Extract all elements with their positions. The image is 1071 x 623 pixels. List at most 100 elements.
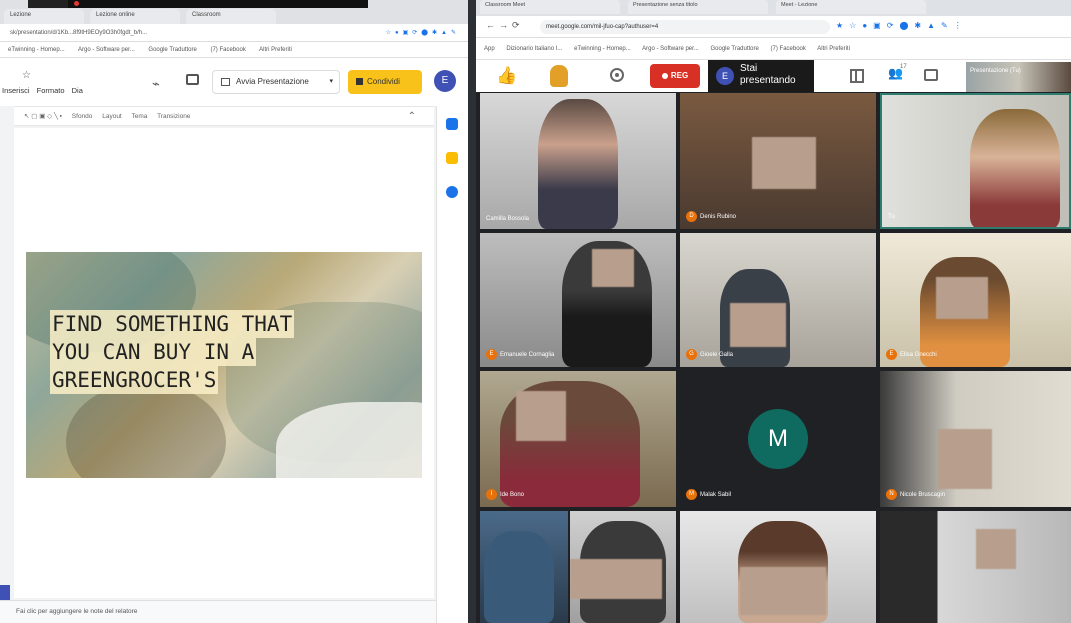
tasks-icon[interactable] bbox=[446, 186, 458, 198]
slides-tab-3[interactable]: Classroom bbox=[186, 9, 276, 24]
chat-icon[interactable] bbox=[924, 69, 938, 81]
slides-window: Lezione Lezione online Classroom sk/pres… bbox=[0, 0, 468, 623]
share-button[interactable]: Condividi bbox=[348, 70, 422, 94]
record-icon[interactable] bbox=[610, 68, 624, 82]
raise-hand-icon[interactable] bbox=[550, 65, 568, 87]
meet-url-input[interactable]: meet.google.com/mil-jfuo-cap?authuser=4 bbox=[540, 20, 830, 34]
blurred-face bbox=[730, 303, 786, 347]
slide-canvas: FIND SOMETHING THAT YOU CAN BUY IN A GRE… bbox=[14, 128, 434, 598]
meet-tab-1[interactable]: Classroom Meet bbox=[480, 0, 620, 14]
bookmark-item[interactable]: Argo - Software per... bbox=[642, 46, 699, 52]
slides-url[interactable]: sk/presentation/d/1Kb...8f9tH9EOy9O3h0fg… bbox=[10, 30, 147, 36]
account-avatar[interactable]: E bbox=[434, 70, 456, 92]
lock-icon bbox=[356, 78, 363, 86]
window-divider bbox=[468, 0, 476, 623]
bookmark-item[interactable]: Altri Preferiti bbox=[817, 46, 850, 52]
blurred-face bbox=[752, 137, 816, 189]
collapse-toolbar-icon[interactable]: ⌃ bbox=[408, 107, 416, 127]
calendar-icon[interactable] bbox=[446, 118, 458, 130]
bookmark-item[interactable]: eTwinning - Homep... bbox=[574, 46, 631, 52]
recording-badge[interactable]: REG bbox=[650, 64, 700, 88]
participant-tile[interactable]: E Emanuele Cornaglia bbox=[480, 233, 676, 367]
participant-name: I Ide Bono bbox=[486, 489, 524, 500]
toolbar-layout[interactable]: Layout bbox=[102, 113, 122, 120]
presenting-label: Stai presentando bbox=[740, 63, 796, 86]
participant-name: E Elisa Gnecchi bbox=[886, 349, 937, 360]
participant-video bbox=[484, 531, 554, 623]
participant-tile[interactable]: D Denis Rubino bbox=[680, 93, 876, 229]
participant-tile[interactable]: N Nicole Bruscagin bbox=[880, 371, 1071, 507]
slides-bookmarks-bar: eTwinning - Homep... Argo - Software per… bbox=[0, 42, 468, 58]
chevron-down-icon[interactable]: ▾ bbox=[329, 71, 333, 93]
extension-icons[interactable]: ★☆●▣⟳⬤✱▲✎⋮ bbox=[836, 21, 968, 30]
participant-tile[interactable]: I Ide Bono bbox=[480, 371, 676, 507]
bookmark-item[interactable]: Altri Preferiti bbox=[259, 47, 292, 53]
speaker-notes[interactable]: Fai clic per aggiungere le note del rela… bbox=[0, 600, 436, 623]
blurred-face bbox=[938, 429, 992, 489]
participant-tile[interactable] bbox=[880, 511, 1071, 623]
slides-toolbar: ↖ ▢ ▣ ◇ ╲ ▪ Sfondo Layout Tema Transizio… bbox=[14, 106, 434, 126]
self-view-thumbnail[interactable]: Presentazione (Tu) bbox=[966, 62, 1071, 92]
presenter-avatar: E bbox=[716, 67, 734, 85]
comment-icon[interactable] bbox=[186, 74, 199, 85]
menu-format[interactable]: Formato bbox=[37, 86, 65, 95]
participant-tile[interactable]: G Gioele Galla bbox=[680, 233, 876, 367]
start-presentation-button[interactable]: Avvia Presentazione ▾ bbox=[212, 70, 340, 94]
blurred-face bbox=[976, 529, 1016, 569]
bookmark-item[interactable]: eTwinning - Homep... bbox=[8, 47, 65, 53]
meet-tab-3[interactable]: Meet - Lezione bbox=[776, 0, 926, 14]
slide[interactable]: FIND SOMETHING THAT YOU CAN BUY IN A GRE… bbox=[26, 252, 422, 478]
meet-window: Classroom Meet Presentazione senza titol… bbox=[476, 0, 1071, 623]
menu-slide[interactable]: Dia bbox=[72, 86, 83, 95]
keep-icon[interactable] bbox=[446, 152, 458, 164]
menu-insert[interactable]: Inserisci bbox=[2, 86, 30, 95]
cursor-icon[interactable]: ↖ ▢ ▣ ◇ ╲ ▪ bbox=[24, 113, 62, 120]
participant-name: Tu bbox=[888, 214, 895, 220]
bookmark-item[interactable]: (7) Facebook bbox=[210, 47, 245, 53]
participant-tile[interactable]: Camilla Bossola bbox=[480, 93, 676, 229]
video-thumbnail bbox=[28, 0, 68, 8]
slide-line: YOU CAN BUY IN A bbox=[50, 338, 257, 366]
slides-tab-strip: Lezione Lezione online Classroom bbox=[0, 0, 468, 24]
rec-label: REG bbox=[670, 71, 689, 80]
bookmark-item[interactable]: Argo - Software per... bbox=[78, 47, 135, 53]
present-icon bbox=[221, 77, 230, 86]
meet-tab-strip: Classroom Meet Presentazione senza titol… bbox=[476, 0, 1071, 16]
slide-title[interactable]: FIND SOMETHING THAT YOU CAN BUY IN A GRE… bbox=[50, 310, 295, 394]
participant-tile-active[interactable]: Tu bbox=[880, 93, 1071, 229]
layout-grid-icon[interactable] bbox=[850, 69, 864, 83]
slides-address-bar[interactable]: sk/presentation/d/1Kb...8f9tH9EOy9O3h0fg… bbox=[0, 24, 468, 42]
meet-toolbar: 👍 REG E Stai presentando 👥 17 Presentazi… bbox=[476, 60, 1071, 92]
toolbar-theme[interactable]: Tema bbox=[131, 113, 147, 120]
nav-icons[interactable]: ←→⟳ bbox=[486, 20, 524, 31]
blurred-face bbox=[936, 277, 988, 319]
participant-tile[interactable] bbox=[570, 511, 676, 623]
activity-icon[interactable]: ⌁ bbox=[152, 76, 160, 92]
slide-line: GREENGROCER'S bbox=[50, 366, 219, 394]
bookmark-item[interactable]: Google Traduttore bbox=[710, 46, 758, 52]
blurred-face bbox=[740, 567, 826, 615]
meet-address-bar: ←→⟳ meet.google.com/mil-jfuo-cap?authuse… bbox=[476, 16, 1071, 38]
toolbar-transition[interactable]: Transizione bbox=[157, 113, 190, 120]
participant-tile[interactable] bbox=[480, 511, 568, 623]
bookmark-item[interactable]: Dizionario Italiano I... bbox=[506, 46, 562, 52]
participant-avatar: M bbox=[748, 409, 808, 469]
slides-tab-1[interactable]: Lezione bbox=[4, 9, 84, 24]
star-icon[interactable]: ☆ bbox=[22, 70, 31, 81]
bookmark-item[interactable]: Google Traduttore bbox=[148, 47, 196, 53]
bookmark-item[interactable]: App bbox=[484, 46, 495, 52]
presenting-indicator[interactable]: E Stai presentando bbox=[708, 60, 814, 92]
record-dot-icon bbox=[661, 72, 668, 79]
present-label: Avvia Presentazione bbox=[236, 77, 309, 86]
toolbar-background[interactable]: Sfondo bbox=[72, 113, 93, 120]
meet-tab-2[interactable]: Presentazione senza titolo bbox=[628, 0, 768, 14]
thumbs-up-icon[interactable]: 👍 bbox=[496, 66, 517, 86]
participant-tile[interactable]: E Elisa Gnecchi bbox=[880, 233, 1071, 367]
bookmark-item[interactable]: (7) Facebook bbox=[771, 46, 806, 52]
slides-tab-2[interactable]: Lezione online bbox=[90, 9, 180, 24]
participant-tile[interactable]: M M Malak Sabil bbox=[680, 371, 876, 507]
map-texture bbox=[66, 382, 226, 478]
extension-icons[interactable]: ☆●▣⟳⬤✱▲✎ bbox=[386, 24, 460, 41]
self-view-label: Presentazione (Tu) bbox=[970, 68, 1021, 74]
participant-tile[interactable] bbox=[680, 511, 876, 623]
